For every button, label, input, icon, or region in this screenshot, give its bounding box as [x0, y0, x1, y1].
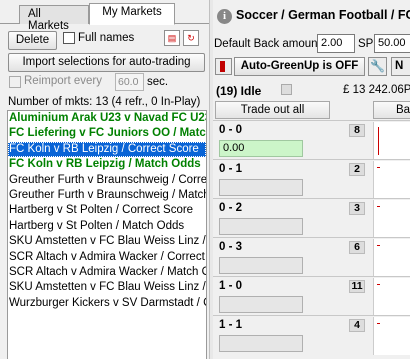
runner-profit-loss: 0.00	[219, 140, 303, 157]
info-icon[interactable]: i	[217, 9, 232, 24]
market-item[interactable]: Hartberg v St Polten / Match Odds	[8, 219, 206, 234]
market-options-icon[interactable]: ▤	[164, 30, 180, 46]
markets-list[interactable]: Aluminium Arak U23 v Navad FC U23 FC Lie…	[7, 110, 207, 359]
price-spark-line	[378, 127, 379, 155]
runner-number-badge: 2	[349, 163, 365, 176]
runner-number-badge: 3	[349, 202, 365, 215]
runner-name: 1 - 0	[219, 280, 243, 292]
reimport-interval-input[interactable]: 60.0	[115, 73, 144, 91]
event-title: Soccer / German Football / FC	[236, 8, 410, 22]
runner-profit-loss	[219, 218, 303, 235]
market-item[interactable]: SKU Amstetten v FC Blau Weiss Linz / Ma	[8, 280, 206, 295]
market-item[interactable]: FC Koln v RB Leipzig / Match Odds	[8, 157, 206, 172]
market-item[interactable]: SKU Amstetten v FC Blau Weiss Linz / Co	[8, 234, 206, 249]
market-refresh-icon[interactable]: ↻	[183, 30, 199, 46]
price-tick	[377, 323, 380, 324]
wrench-icon[interactable]: 🔧	[368, 57, 387, 76]
import-selections-button[interactable]: Import selections for auto-trading	[8, 53, 205, 72]
runner-number-badge: 4	[349, 319, 365, 332]
runner-name: 0 - 3	[219, 241, 243, 253]
runner-cell[interactable]: 0 - 0 8 0.00	[215, 121, 365, 160]
market-item[interactable]: SCR Altach v Admira Wacker / Correct Sco	[8, 250, 206, 265]
runner-cell[interactable]: 0 - 1 2	[215, 160, 365, 199]
status-checkbox[interactable]	[281, 84, 292, 95]
price-tick	[377, 206, 380, 207]
toolbar-n-button[interactable]: N	[391, 57, 410, 76]
market-item[interactable]: Greuther Furth v Braunschweig / Correct	[8, 173, 206, 188]
runner-price-chart[interactable]	[373, 200, 410, 238]
status-label: (19) Idle	[216, 84, 262, 98]
runner-profit-loss	[219, 179, 303, 196]
runner-row: 1 - 0 11	[213, 276, 410, 316]
full-names-label: Full names	[78, 32, 135, 44]
runner-number-badge: 6	[349, 241, 365, 254]
runner-row: 0 - 2 3	[213, 198, 410, 238]
price-tick	[377, 245, 380, 246]
market-item[interactable]: Hartberg v St Polten / Correct Score	[8, 203, 206, 218]
runner-price-chart[interactable]	[373, 278, 410, 316]
reimport-checkbox[interactable]	[9, 76, 21, 88]
tab-my-markets[interactable]: My Markets	[89, 3, 175, 25]
runner-cell[interactable]: 1 - 1 4	[215, 316, 365, 355]
runner-profit-loss	[219, 335, 303, 352]
runner-price-chart[interactable]	[373, 122, 410, 160]
runner-price-chart[interactable]	[373, 239, 410, 277]
runner-cell[interactable]: 0 - 3 6	[215, 238, 365, 277]
markets-panel: All Markets My Markets Delete Full names…	[0, 0, 209, 359]
delete-button[interactable]: Delete	[8, 31, 57, 50]
runner-row: 1 - 1 4	[213, 315, 410, 355]
default-back-input[interactable]: 2.00	[317, 34, 355, 53]
runner-name: 1 - 1	[219, 319, 243, 331]
runner-price-chart[interactable]	[373, 161, 410, 199]
full-names-checkbox[interactable]	[63, 32, 75, 44]
runner-name: 0 - 1	[219, 163, 243, 175]
market-detail-panel: i Soccer / German Football / FC Default …	[213, 0, 410, 359]
runner-profit-loss	[219, 296, 303, 313]
market-item[interactable]: FC Liefering v FC Juniors OO / Match	[8, 126, 206, 141]
tab-all-markets[interactable]: All Markets	[19, 5, 89, 32]
reimport-unit-label: sec.	[147, 76, 169, 88]
runner-cell[interactable]: 0 - 2 3	[215, 199, 365, 238]
runner-name: 0 - 0	[219, 124, 243, 136]
market-item[interactable]: Greuther Furth v Braunschweig / Match O	[8, 188, 206, 203]
price-tick	[377, 167, 380, 168]
market-item[interactable]: Aluminium Arak U23 v Navad FC U23	[8, 111, 206, 126]
price-tick	[377, 284, 380, 285]
markets-count-label: Number of mkts: 13 (4 refr., 0 In-Play)	[8, 96, 201, 108]
runner-row: 0 - 1 2	[213, 159, 410, 199]
trade-out-all-button[interactable]: Trade out all	[215, 101, 330, 119]
default-back-label: Default Back amount:	[214, 38, 324, 50]
balance-label: £ 13 242.06P	[343, 84, 410, 96]
runner-number-badge: 11	[349, 280, 365, 293]
runner-row: 0 - 0 8 0.00	[213, 120, 410, 160]
reimport-label: Reimport every	[24, 75, 102, 87]
sp-input[interactable]: 50.00	[374, 34, 410, 53]
runner-price-chart[interactable]	[373, 317, 410, 355]
stop-icon[interactable]	[215, 58, 232, 75]
runner-profit-loss	[219, 257, 303, 274]
runner-number-badge: 8	[349, 124, 365, 137]
runner-name: 0 - 2	[219, 202, 243, 214]
sp-label: SP	[358, 38, 374, 50]
auto-greenup-button[interactable]: Auto-GreenUp is OFF	[234, 57, 365, 76]
market-tabs: All Markets My Markets	[0, 0, 209, 32]
market-item[interactable]: Wurzburger Kickers v SV Darmstadt / Corr	[8, 296, 206, 311]
back-column-header: Ba	[373, 101, 410, 119]
runner-row: 0 - 3 6	[213, 237, 410, 277]
market-item-selected[interactable]: FC Koln v RB Leipzig / Correct Score	[8, 141, 206, 158]
market-item[interactable]: SCR Altach v Admira Wacker / Match Odd	[8, 265, 206, 280]
runner-cell[interactable]: 1 - 0 11	[215, 277, 365, 316]
